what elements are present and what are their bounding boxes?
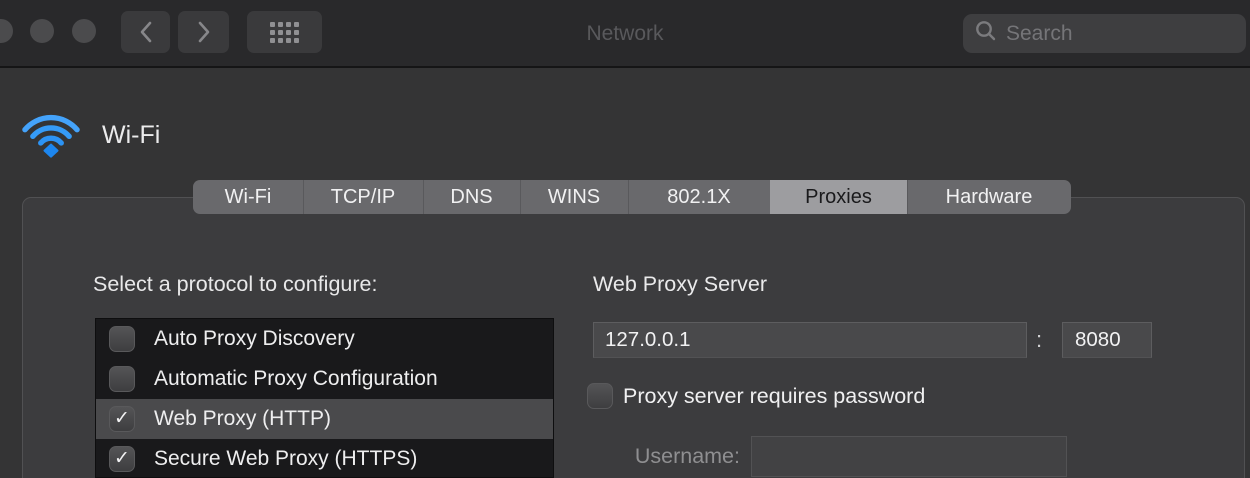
tab-proxies[interactable]: Proxies xyxy=(770,180,907,214)
forward-button[interactable] xyxy=(178,11,229,53)
protocol-row[interactable]: ✓ Secure Web Proxy (HTTPS) xyxy=(96,439,553,478)
network-tab-bar: Wi-FiTCP/IPDNSWINS802.1XProxiesHardware xyxy=(193,180,1071,214)
tab-hardware[interactable]: Hardware xyxy=(907,180,1071,214)
connection-name: Wi-Fi xyxy=(102,121,160,150)
requires-password-checkbox[interactable]: ✓ xyxy=(587,383,613,409)
network-preferences-window: Network Wi-Fi Wi-FiTCP/IPDNSWINS802.1XPr… xyxy=(0,0,1250,478)
window-minimize-button[interactable] xyxy=(30,19,54,43)
protocol-list-heading: Select a protocol to configure: xyxy=(93,272,377,297)
search-icon xyxy=(974,19,998,48)
connection-header: Wi-Fi xyxy=(18,104,160,158)
protocol-row[interactable]: ✓ Automatic Proxy Configuration xyxy=(96,359,553,399)
requires-password-row: ✓ Proxy server requires password xyxy=(587,383,925,409)
chevron-right-icon xyxy=(196,19,212,45)
port-separator: : xyxy=(1036,327,1042,353)
protocol-list: ✓ Auto Proxy Discovery ✓ Automatic Proxy Co… xyxy=(95,318,554,478)
protocol-label: Automatic Proxy Configuration xyxy=(154,367,438,391)
back-button[interactable] xyxy=(121,11,170,53)
web-proxy-heading: Web Proxy Server xyxy=(593,272,767,297)
protocol-row[interactable]: ✓ Auto Proxy Discovery xyxy=(96,319,553,359)
requires-password-label: Proxy server requires password xyxy=(623,384,925,409)
protocol-checkbox[interactable]: ✓ xyxy=(109,326,135,352)
protocol-checkbox[interactable]: ✓ xyxy=(109,406,135,432)
username-label: Username: xyxy=(593,444,740,469)
tab-tcp-ip[interactable]: TCP/IP xyxy=(303,180,423,214)
proxy-server-input[interactable] xyxy=(593,322,1027,358)
window-close-button[interactable] xyxy=(0,19,13,43)
tab-dns[interactable]: DNS xyxy=(423,180,520,214)
search-field[interactable] xyxy=(963,14,1246,53)
protocol-row[interactable]: ✓ Web Proxy (HTTP) xyxy=(96,399,553,439)
wifi-icon xyxy=(18,104,84,158)
protocol-checkbox[interactable]: ✓ xyxy=(109,366,135,392)
toolbar: Network xyxy=(0,0,1250,68)
protocol-checkbox[interactable]: ✓ xyxy=(109,446,135,472)
tab-wins[interactable]: WINS xyxy=(520,180,628,214)
window-zoom-button[interactable] xyxy=(72,19,96,43)
protocol-label: Auto Proxy Discovery xyxy=(154,327,355,351)
protocol-label: Web Proxy (HTTP) xyxy=(154,407,331,431)
chevron-left-icon xyxy=(138,19,154,45)
tab-wi-fi[interactable]: Wi-Fi xyxy=(193,180,303,214)
grid-icon xyxy=(270,22,299,43)
show-all-button[interactable] xyxy=(247,11,322,53)
username-input[interactable] xyxy=(751,436,1067,477)
protocol-label: Secure Web Proxy (HTTPS) xyxy=(154,447,417,471)
search-input[interactable] xyxy=(998,14,1250,53)
tab-802-1x[interactable]: 802.1X xyxy=(628,180,770,214)
proxy-port-input[interactable] xyxy=(1062,322,1152,358)
